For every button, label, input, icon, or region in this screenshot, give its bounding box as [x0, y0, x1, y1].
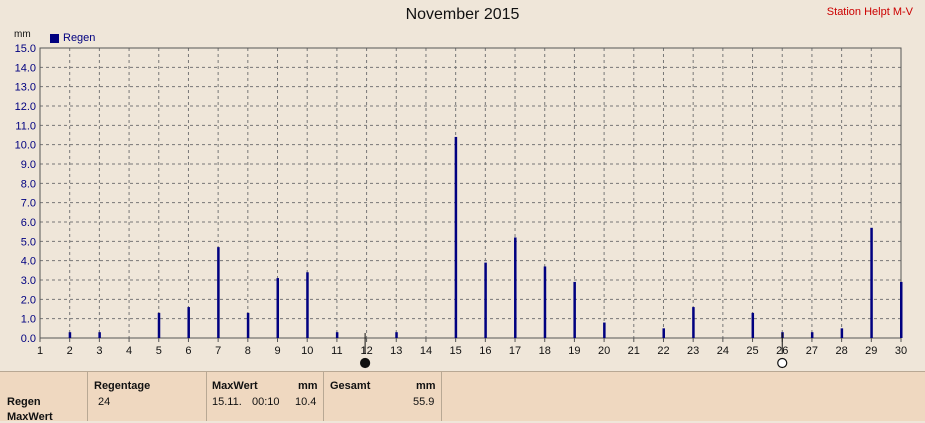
- stats-row-label-2: MaxWert: [7, 411, 53, 423]
- x-tick-label: 18: [539, 345, 551, 357]
- bar-regen: [335, 332, 339, 338]
- x-tick-label: 22: [657, 345, 669, 357]
- x-tick-label: 27: [806, 345, 818, 357]
- bar-regen: [217, 247, 220, 338]
- bar-regen: [246, 312, 250, 338]
- bar-regen: [543, 266, 547, 338]
- full-moon-icon: [777, 357, 788, 369]
- bar-regen: [751, 312, 755, 338]
- gesamt-label: Gesamt: [330, 380, 371, 392]
- stats-separator: [206, 372, 207, 421]
- bar-regen: [276, 278, 280, 338]
- y-tick-label: 5.0: [21, 236, 36, 248]
- y-tick-label: 9.0: [21, 159, 36, 171]
- maxwert-value: 10.4: [295, 396, 317, 408]
- rain-chart: 0.01.02.03.04.05.06.07.08.09.010.011.012…: [15, 43, 907, 369]
- x-tick-label: 15: [450, 345, 462, 357]
- gesamt-unit: mm: [416, 380, 436, 392]
- x-tick-label: 17: [509, 345, 521, 357]
- bar-regen: [68, 332, 72, 338]
- bar-regen: [484, 262, 487, 338]
- x-tick-label: 2: [67, 345, 73, 357]
- x-tick-label: 20: [598, 345, 610, 357]
- stats-separator: [441, 372, 442, 421]
- x-tick-label: 25: [746, 345, 758, 357]
- x-tick-label: 4: [126, 345, 132, 357]
- x-tick-label: 13: [390, 345, 402, 357]
- x-tick-label: 14: [420, 345, 432, 357]
- x-tick-label: 3: [96, 345, 102, 357]
- y-tick-label: 12.0: [15, 101, 36, 113]
- stats-separator: [323, 372, 324, 421]
- y-tick-label: 1.0: [21, 314, 36, 326]
- bar-regen: [810, 332, 814, 338]
- x-tick-label: 21: [628, 345, 640, 357]
- y-tick-label: 10.0: [15, 140, 36, 152]
- x-tick-label: 10: [301, 345, 313, 357]
- bar-regen: [692, 307, 695, 338]
- y-tick-label: 2.0: [21, 294, 36, 306]
- x-tick-label: 19: [568, 345, 580, 357]
- x-tick-label: 12: [360, 345, 372, 357]
- maxwert-time: 00:10: [252, 396, 280, 408]
- y-tick-label: 11.0: [15, 120, 36, 132]
- bar-regen: [514, 237, 517, 338]
- x-tick-label: 11: [331, 345, 342, 357]
- x-tick-label: 29: [865, 345, 877, 357]
- maxwert-date: 15.11.: [212, 396, 242, 408]
- bar-regen: [157, 312, 161, 338]
- bar-regen: [454, 136, 458, 338]
- gesamt-value: 55.9: [413, 396, 435, 408]
- y-tick-label: 14.0: [15, 62, 36, 74]
- x-tick-label: 30: [895, 345, 907, 357]
- x-tick-label: 1: [37, 345, 43, 357]
- x-tick-label: 24: [717, 345, 729, 357]
- x-tick-label: 8: [245, 345, 251, 357]
- x-tick-label: 7: [215, 345, 221, 357]
- bar-regen: [870, 227, 873, 338]
- x-tick-label: 5: [156, 345, 162, 357]
- bar-regen: [840, 328, 844, 338]
- x-tick-label: 9: [274, 345, 280, 357]
- y-tick-label: 13.0: [15, 82, 36, 94]
- maxwert-label: MaxWert: [212, 380, 258, 392]
- stats-panel: Regen MaxWert Regentage 24 MaxWert mm 15…: [0, 371, 925, 423]
- y-tick-label: 3.0: [21, 275, 36, 287]
- bar-regen: [187, 307, 190, 338]
- new-moon-icon: [360, 357, 371, 369]
- y-tick-label: 4.0: [21, 256, 36, 268]
- bar-regen: [900, 281, 903, 338]
- bar-regen: [306, 272, 309, 338]
- bar-regen: [98, 332, 101, 338]
- bar-regen: [662, 328, 665, 338]
- y-tick-label: 0.0: [21, 333, 36, 345]
- y-tick-label: 8.0: [21, 178, 36, 190]
- bar-regen: [395, 332, 398, 338]
- bar-regen: [603, 322, 606, 338]
- stats-separator: [87, 372, 88, 421]
- y-tick-label: 6.0: [21, 217, 36, 229]
- y-tick-label: 7.0: [21, 198, 36, 210]
- plot-area: [40, 48, 901, 338]
- x-tick-label: 6: [185, 345, 191, 357]
- x-tick-label: 23: [687, 345, 699, 357]
- x-tick-label: 16: [479, 345, 491, 357]
- x-tick-label: 28: [835, 345, 847, 357]
- regentage-label: Regentage: [94, 380, 151, 392]
- regentage-value: 24: [98, 396, 111, 408]
- stats-row-label: Regen: [7, 396, 41, 408]
- maxwert-unit: mm: [298, 380, 318, 392]
- bar-regen: [573, 281, 576, 338]
- y-tick-label: 15.0: [15, 43, 36, 55]
